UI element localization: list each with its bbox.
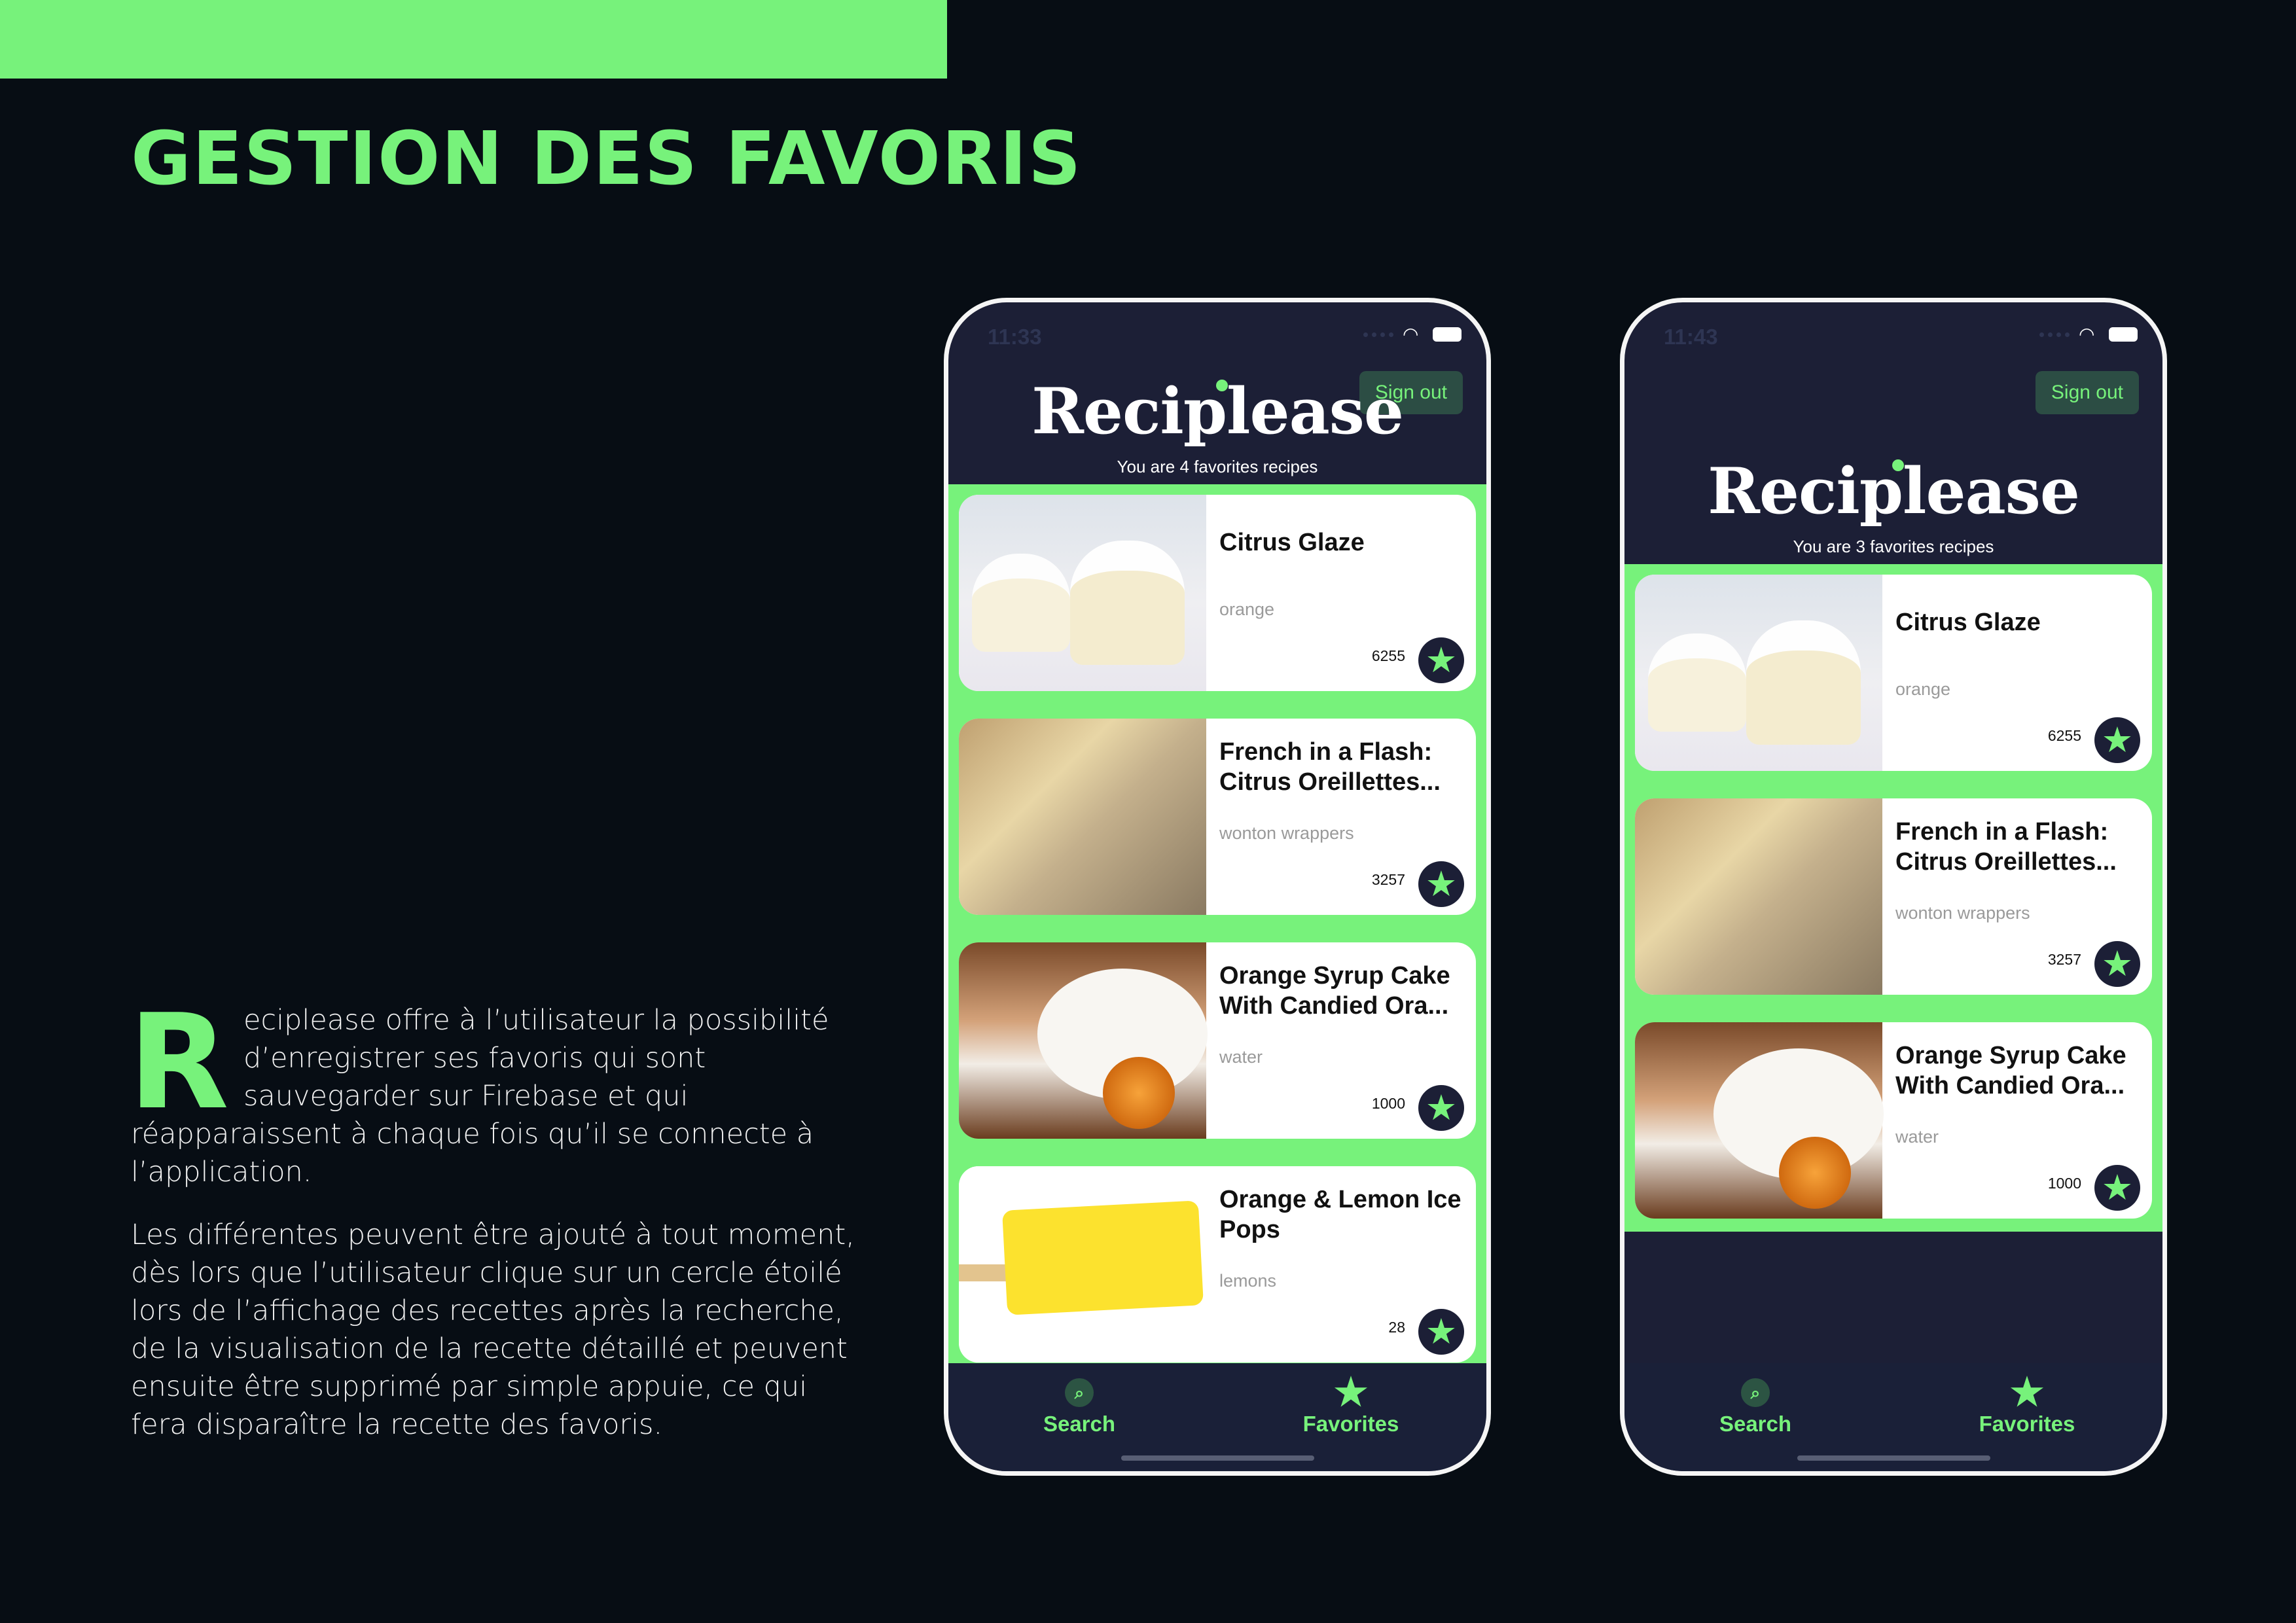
home-indicator: [1797, 1455, 1990, 1461]
recipe-card[interactable]: French in a Flash: Citrus Oreillettes...…: [1635, 798, 2152, 995]
recipe-ingredient: water: [1895, 1127, 1939, 1147]
star-icon: ★: [1425, 1088, 1458, 1128]
tab-search-label: Search: [1719, 1412, 1792, 1436]
star-icon: ★: [1425, 641, 1458, 680]
recipe-card[interactable]: French in a Flash: Citrus Oreillettes...…: [959, 719, 1476, 915]
search-icon: ⌕: [1065, 1378, 1094, 1407]
recipe-image: [959, 719, 1206, 915]
favorite-star-button[interactable]: ★: [1418, 1309, 1464, 1355]
star-icon: ★: [2010, 1371, 2044, 1414]
recipe-ingredient: orange: [1895, 679, 1951, 699]
signal-icon: [2039, 332, 2070, 337]
logo-dot: [1892, 459, 1904, 471]
recipe-title: Citrus Glaze: [1219, 529, 1365, 556]
sign-out-button[interactable]: Sign out: [2035, 371, 2139, 414]
signal-icon: [1363, 332, 1393, 337]
paragraph-2: Les différentes peuvent être ajouté à to…: [131, 1219, 855, 1441]
tab-bar: ⌕ Search ★ Favorites: [948, 1363, 1486, 1471]
favorite-star-button[interactable]: ★: [1418, 637, 1464, 683]
recipe-ingredient: water: [1219, 1047, 1263, 1067]
status-icons: ◠: [2039, 324, 2138, 344]
favorites-count-subtitle: You are 3 favorites recipes: [1793, 537, 1994, 556]
tab-favorites[interactable]: ★ Favorites: [1962, 1371, 2092, 1436]
recipe-card[interactable]: Orange & Lemon Ice Pops lemons 28 ★: [959, 1166, 1476, 1363]
recipe-ingredient: wonton wrappers: [1895, 903, 2030, 923]
recipe-ingredient: orange: [1219, 599, 1275, 619]
logo-dot: [1216, 380, 1228, 391]
favorite-star-button[interactable]: ★: [2094, 717, 2140, 763]
wifi-icon: ◠: [1403, 324, 1419, 344]
tab-favorites-label: Favorites: [1302, 1412, 1399, 1436]
recipe-count: 6255: [2047, 727, 2081, 744]
star-icon: ★: [1425, 865, 1458, 904]
top-accent-band: [0, 0, 947, 79]
favorite-star-button[interactable]: ★: [2094, 941, 2140, 987]
recipe-count: 28: [1388, 1319, 1405, 1336]
favorites-list: Citrus Glaze orange 6255 ★ French in a F…: [1624, 564, 2162, 1232]
star-icon: ★: [2101, 721, 2134, 760]
status-time: 11:43: [1664, 325, 1718, 349]
recipe-title: Orange Syrup Cake With Candied Ora...: [1895, 1042, 2126, 1099]
recipe-image: [1635, 575, 1882, 771]
recipe-title: Orange Syrup Cake With Candied Ora...: [1219, 962, 1450, 1020]
recipe-card[interactable]: Orange Syrup Cake With Candied Ora... wa…: [959, 942, 1476, 1139]
recipe-card[interactable]: Orange Syrup Cake With Candied Ora... wa…: [1635, 1022, 2152, 1219]
tab-search-label: Search: [1043, 1412, 1116, 1436]
page-title: GESTION DES FAVORIS: [131, 116, 1083, 202]
status-icons: ◠: [1363, 324, 1462, 344]
tab-search[interactable]: ⌕ Search: [1014, 1376, 1145, 1436]
recipe-title: Orange & Lemon Ice Pops: [1219, 1186, 1462, 1243]
home-indicator: [1121, 1455, 1314, 1461]
recipe-title: French in a Flash: Citrus Oreillettes...: [1895, 818, 2117, 876]
recipe-title: French in a Flash: Citrus Oreillettes...: [1219, 738, 1441, 796]
tab-search[interactable]: ⌕ Search: [1690, 1376, 1821, 1436]
recipe-image: [959, 942, 1208, 1139]
paragraph-1: Reciplease offre à l’utilisateur la poss…: [128, 986, 864, 1191]
wifi-icon: ◠: [2079, 324, 2095, 344]
tab-bar: ⌕ Search ★ Favorites: [1624, 1363, 2162, 1471]
recipe-image: [959, 495, 1206, 691]
status-time: 11:33: [988, 325, 1042, 349]
recipe-ingredient: wonton wrappers: [1219, 823, 1354, 843]
recipe-count: 1000: [2047, 1175, 2081, 1192]
favorites-list: Citrus Glaze orange 6255 ★ French in a F…: [948, 484, 1486, 1376]
recipe-image: [959, 1166, 1206, 1363]
favorite-star-button[interactable]: ★: [1418, 861, 1464, 907]
star-icon: ★: [1334, 1371, 1368, 1414]
tab-favorites-label: Favorites: [1979, 1412, 2075, 1436]
phone-screen-3-favorites: 11:43 ◠ Sign out Reciplease You are 3 fa…: [1620, 298, 2167, 1476]
battery-icon: [2109, 327, 2138, 342]
description-text: Reciplease offre à l’utilisateur la poss…: [128, 986, 864, 1444]
phone-screen-4-favorites: 11:33 ◠ Sign out Reciplease You are 4 fa…: [944, 298, 1491, 1476]
app-logo: Reciplease: [1624, 454, 2162, 528]
star-icon: ★: [2101, 944, 2134, 984]
battery-icon: [1433, 327, 1462, 342]
search-icon: ⌕: [1741, 1378, 1770, 1407]
star-icon: ★: [2101, 1168, 2134, 1207]
recipe-card[interactable]: Citrus Glaze orange 6255 ★: [959, 495, 1476, 691]
recipe-count: 3257: [2047, 951, 2081, 968]
recipe-image: [1635, 1022, 1884, 1219]
recipe-count: 1000: [1371, 1095, 1405, 1112]
recipe-count: 6255: [1371, 647, 1405, 664]
favorite-star-button[interactable]: ★: [1418, 1085, 1464, 1131]
recipe-count: 3257: [1371, 871, 1405, 888]
paragraph-1-text: eciplease offre à l’utilisateur la possi…: [131, 1004, 829, 1188]
tab-favorites[interactable]: ★ Favorites: [1285, 1371, 1416, 1436]
recipe-title: Citrus Glaze: [1895, 609, 2041, 636]
favorite-star-button[interactable]: ★: [2094, 1165, 2140, 1211]
star-icon: ★: [1425, 1312, 1458, 1351]
favorites-count-subtitle: You are 4 favorites recipes: [1117, 457, 1318, 476]
recipe-ingredient: lemons: [1219, 1271, 1277, 1291]
recipe-image: [1635, 798, 1882, 995]
drop-cap: R: [128, 986, 230, 1139]
app-logo: Reciplease: [948, 374, 1486, 448]
recipe-card[interactable]: Citrus Glaze orange 6255 ★: [1635, 575, 2152, 771]
